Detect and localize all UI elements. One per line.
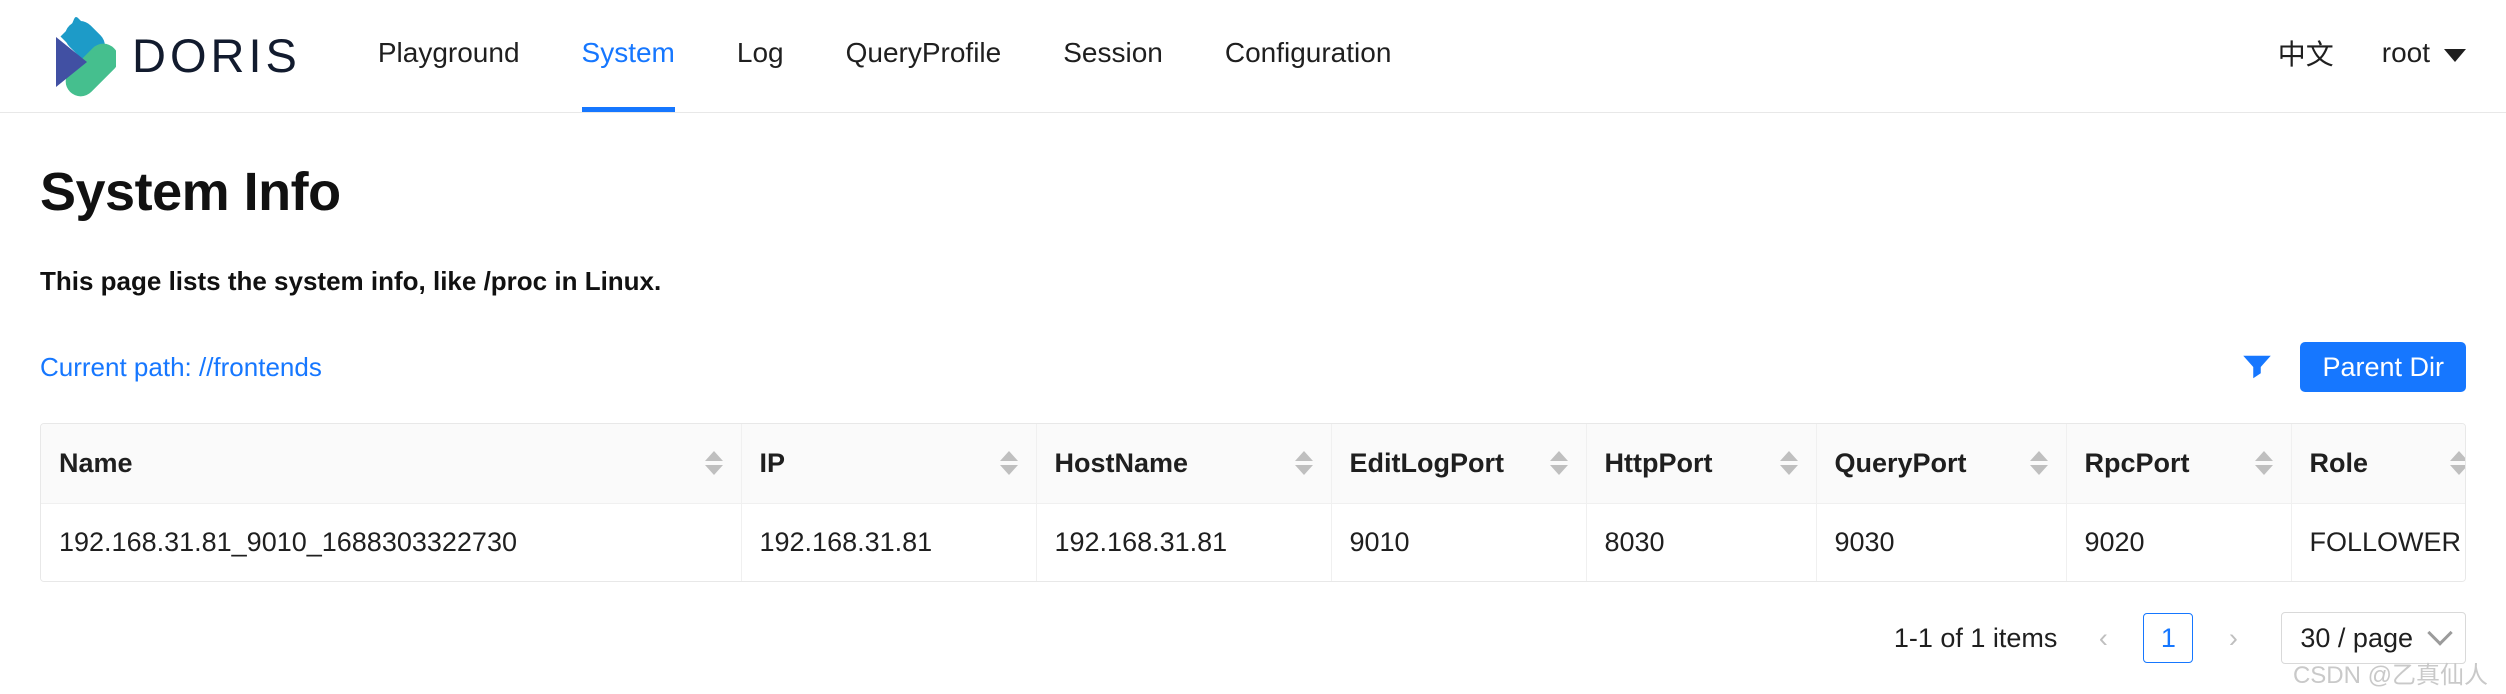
toolbar-right: Parent Dir: [2242, 342, 2466, 392]
nav-item-system[interactable]: System: [551, 0, 706, 112]
sort-toggle-icon[interactable]: [2030, 451, 2048, 475]
user-menu[interactable]: root: [2382, 37, 2466, 69]
column-header-httpport[interactable]: HttpPort: [1586, 424, 1816, 503]
cell-queryport: 9030: [1816, 503, 2066, 581]
page-content: System Info This page lists the system i…: [0, 161, 2506, 666]
column-label: HostName: [1055, 448, 1189, 479]
page-title: System Info: [40, 161, 2466, 223]
column-label: IP: [760, 448, 786, 479]
sort-toggle-icon[interactable]: [1295, 451, 1313, 475]
system-info-table-wrapper: Name IP HostName EditLogPort HttpPort Qu…: [40, 423, 2466, 582]
cell-httpport: 8030: [1586, 503, 1816, 581]
nav-item-session[interactable]: Session: [1032, 0, 1194, 112]
column-header-ip[interactable]: IP: [741, 424, 1036, 503]
sort-toggle-icon[interactable]: [1780, 451, 1798, 475]
nav-item-playground[interactable]: Playground: [347, 0, 551, 112]
system-info-table: Name IP HostName EditLogPort HttpPort Qu…: [41, 424, 2466, 581]
sort-toggle-icon[interactable]: [1000, 451, 1018, 475]
sort-toggle-icon[interactable]: [2450, 451, 2467, 475]
page-size-select[interactable]: 30 / page: [2281, 612, 2466, 664]
column-header-queryport[interactable]: QueryPort: [1816, 424, 2066, 503]
pagination-total: 1-1 of 1 items: [1894, 623, 2058, 654]
pagination: 1-1 of 1 items ‹ 1 › 30 / page: [40, 610, 2466, 666]
pagination-next-icon[interactable]: ›: [2213, 614, 2253, 662]
filter-funnel-icon[interactable]: [2242, 353, 2272, 381]
doris-logo-icon: [40, 17, 116, 97]
table-header-row: Name IP HostName EditLogPort HttpPort Qu…: [41, 424, 2466, 503]
main-nav: Playground System Log QueryProfile Sessi…: [347, 0, 1423, 112]
brand[interactable]: DORIS: [40, 0, 301, 112]
cell-editlogport: 9010: [1331, 503, 1586, 581]
table-toolbar: Current path: //frontends Parent Dir: [40, 339, 2466, 395]
column-label: EditLogPort: [1350, 448, 1504, 479]
cell-hostname: 192.168.31.81: [1036, 503, 1331, 581]
language-switch[interactable]: 中文: [2278, 33, 2334, 73]
sort-toggle-icon[interactable]: [705, 451, 723, 475]
header-actions: 中文 root: [2278, 0, 2466, 112]
cell-ip: 192.168.31.81: [741, 503, 1036, 581]
column-label: Role: [2310, 448, 2369, 479]
column-header-editlogport[interactable]: EditLogPort: [1331, 424, 1586, 503]
page-description: This page lists the system info, like /p…: [40, 266, 2466, 297]
app-header: DORIS Playground System Log QueryProfile…: [0, 0, 2506, 113]
cell-role: FOLLOWER: [2291, 503, 2466, 581]
page-size-label: 30 / page: [2300, 623, 2413, 654]
column-label: RpcPort: [2085, 448, 2190, 479]
pagination-prev-icon[interactable]: ‹: [2083, 614, 2123, 662]
cell-rpcport: 9020: [2066, 503, 2291, 581]
nav-item-queryprofile[interactable]: QueryProfile: [815, 0, 1033, 112]
sort-toggle-icon[interactable]: [1550, 451, 1568, 475]
user-menu-label: root: [2382, 37, 2430, 69]
current-path-link[interactable]: Current path: //frontends: [40, 352, 322, 383]
column-header-hostname[interactable]: HostName: [1036, 424, 1331, 503]
column-label: HttpPort: [1605, 448, 1713, 479]
column-header-role[interactable]: Role: [2291, 424, 2466, 503]
sort-toggle-icon[interactable]: [2255, 451, 2273, 475]
chevron-down-icon: [2444, 49, 2466, 62]
pagination-page-1[interactable]: 1: [2143, 613, 2193, 663]
nav-item-configuration[interactable]: Configuration: [1194, 0, 1423, 112]
column-header-name[interactable]: Name: [41, 424, 741, 503]
column-label: QueryPort: [1835, 448, 1967, 479]
chevron-down-icon: [2427, 620, 2452, 645]
cell-name: 192.168.31.81_9010_1688303322730: [41, 503, 741, 581]
table-row[interactable]: 192.168.31.81_9010_1688303322730 192.168…: [41, 503, 2466, 581]
parent-dir-button[interactable]: Parent Dir: [2300, 342, 2466, 392]
column-label: Name: [59, 448, 133, 479]
brand-name: DORIS: [132, 32, 301, 83]
column-header-rpcport[interactable]: RpcPort: [2066, 424, 2291, 503]
nav-item-log[interactable]: Log: [706, 0, 815, 112]
